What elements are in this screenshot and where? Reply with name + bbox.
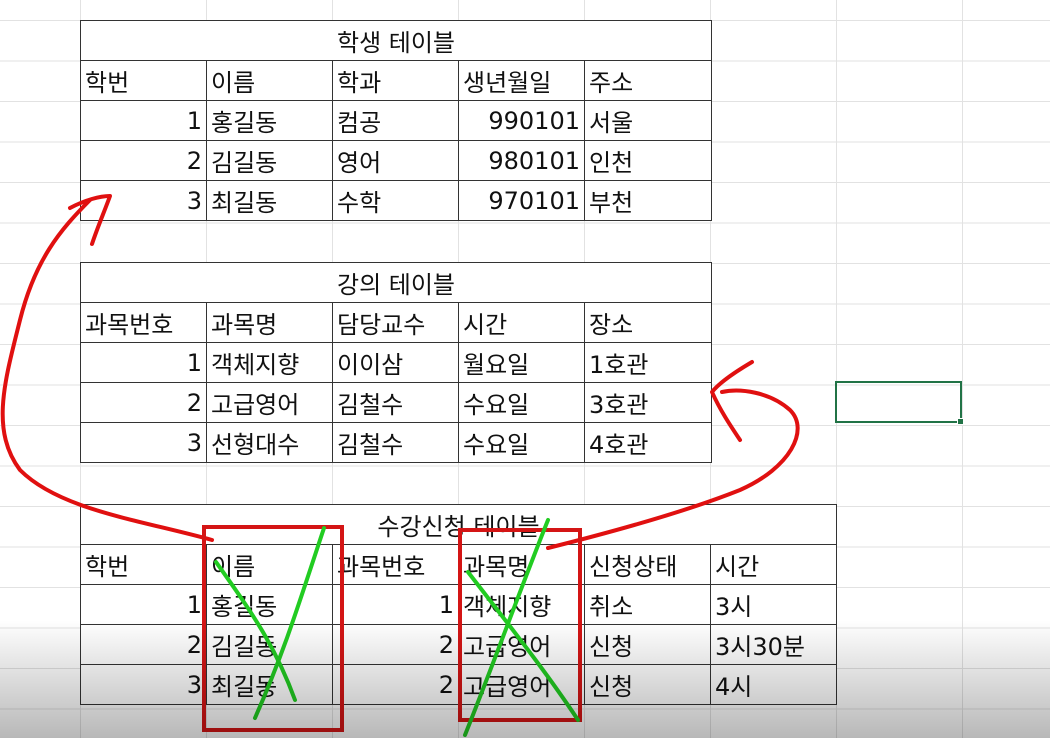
header-cell[interactable]: 과목명	[206, 302, 333, 343]
cell[interactable]: 3	[80, 422, 207, 463]
enroll-table-title[interactable]: 수강신청 테이블	[79, 504, 838, 545]
cell[interactable]: 부천	[584, 180, 712, 221]
header-cell[interactable]: 이름	[206, 60, 333, 101]
table-row: 2 김길동 영어 980101 인천	[80, 140, 712, 181]
cell[interactable]: 980101	[458, 140, 585, 181]
cell[interactable]: 990101	[458, 100, 585, 141]
header-cell[interactable]: 시간	[458, 302, 585, 343]
cell[interactable]: 3시	[709, 584, 838, 625]
cell[interactable]: 선형대수	[206, 422, 333, 463]
cell[interactable]: 신청	[584, 664, 711, 705]
cell[interactable]: 고급영어	[458, 664, 585, 705]
course-table-title[interactable]: 강의 테이블	[80, 262, 712, 303]
cell[interactable]: 최길동	[206, 664, 333, 705]
header-cell[interactable]: 과목번호	[80, 302, 207, 343]
cell[interactable]: 김길동	[206, 624, 333, 665]
header-cell[interactable]: 생년월일	[458, 60, 585, 101]
cell[interactable]: 2	[80, 140, 207, 181]
header-cell[interactable]: 이름	[206, 544, 333, 585]
table-row: 1 홍길동 컴공 990101 서울	[80, 100, 712, 141]
cell[interactable]: 4호관	[584, 422, 712, 463]
cell[interactable]: 객체지향	[458, 584, 585, 625]
cell[interactable]: 3시30분	[709, 624, 838, 665]
header-cell[interactable]: 주소	[584, 60, 712, 101]
cell[interactable]: 4시	[709, 664, 838, 705]
cell[interactable]: 김길동	[206, 140, 333, 181]
cell[interactable]: 서울	[584, 100, 712, 141]
student-table: 학생 테이블 학번 이름 학과 생년월일 주소 1 홍길동 컴공 990101 …	[80, 20, 712, 221]
header-cell[interactable]: 학과	[332, 60, 459, 101]
cell[interactable]: 3	[80, 180, 207, 221]
cell[interactable]: 김철수	[332, 422, 459, 463]
header-cell[interactable]: 담당교수	[332, 302, 459, 343]
cell[interactable]: 1	[80, 584, 207, 625]
student-table-header: 학번 이름 학과 생년월일 주소	[80, 60, 712, 101]
cell[interactable]: 수요일	[458, 382, 585, 423]
table-row: 3 최길동 수학 970101 부천	[80, 180, 712, 221]
cell[interactable]: 김철수	[332, 382, 459, 423]
cell[interactable]: 2	[332, 664, 459, 705]
cell[interactable]: 1호관	[584, 342, 712, 383]
cell[interactable]: 1	[80, 100, 207, 141]
cell[interactable]: 수학	[332, 180, 459, 221]
cell[interactable]: 970101	[458, 180, 585, 221]
cell[interactable]: 컴공	[332, 100, 459, 141]
cell[interactable]: 홍길동	[206, 100, 333, 141]
cell[interactable]: 3	[80, 664, 207, 705]
header-cell[interactable]: 신청상태	[584, 544, 711, 585]
cell[interactable]: 신청	[584, 624, 711, 665]
table-row: 2 고급영어 김철수 수요일 3호관	[80, 382, 712, 423]
table-row: 1 홍길동 1 객체지향 취소 3시	[80, 584, 838, 625]
cell[interactable]: 영어	[332, 140, 459, 181]
course-table-header: 과목번호 과목명 담당교수 시간 장소	[80, 302, 712, 343]
header-cell[interactable]: 장소	[584, 302, 712, 343]
course-table: 강의 테이블 과목번호 과목명 담당교수 시간 장소 1 객체지향 이이삼 월요…	[80, 262, 712, 463]
header-cell[interactable]: 학번	[80, 60, 207, 101]
cell[interactable]: 최길동	[206, 180, 333, 221]
cell[interactable]: 홍길동	[206, 584, 333, 625]
cell[interactable]: 3호관	[584, 382, 712, 423]
cell[interactable]: 1	[80, 342, 207, 383]
cell[interactable]: 고급영어	[206, 382, 333, 423]
cell[interactable]: 2	[332, 624, 459, 665]
enroll-table-header: 학번 이름 과목번호 과목명 신청상태 시간	[80, 544, 838, 585]
header-cell[interactable]: 과목명	[458, 544, 585, 585]
header-cell[interactable]: 학번	[80, 544, 207, 585]
cell[interactable]: 2	[80, 382, 207, 423]
table-row: 3 최길동 2 고급영어 신청 4시	[80, 664, 838, 705]
selected-cell-cursor[interactable]	[835, 381, 964, 425]
cell[interactable]: 객체지향	[206, 342, 333, 383]
cell[interactable]: 월요일	[458, 342, 585, 383]
table-row: 1 객체지향 이이삼 월요일 1호관	[80, 342, 712, 383]
cell[interactable]: 수요일	[458, 422, 585, 463]
cell[interactable]: 고급영어	[458, 624, 585, 665]
cell[interactable]: 1	[332, 584, 459, 625]
table-row: 2 김길동 2 고급영어 신청 3시30분	[80, 624, 838, 665]
cell[interactable]: 인천	[584, 140, 712, 181]
enroll-table: 수강신청 테이블 학번 이름 과목번호 과목명 신청상태 시간 1 홍길동 1 …	[79, 504, 838, 705]
table-row: 3 선형대수 김철수 수요일 4호관	[80, 422, 712, 463]
cell[interactable]: 2	[80, 624, 207, 665]
cell[interactable]: 취소	[584, 584, 711, 625]
cell[interactable]: 이이삼	[332, 342, 459, 383]
header-cell[interactable]: 시간	[709, 544, 838, 585]
header-cell[interactable]: 과목번호	[332, 544, 459, 585]
student-table-title[interactable]: 학생 테이블	[80, 20, 712, 61]
